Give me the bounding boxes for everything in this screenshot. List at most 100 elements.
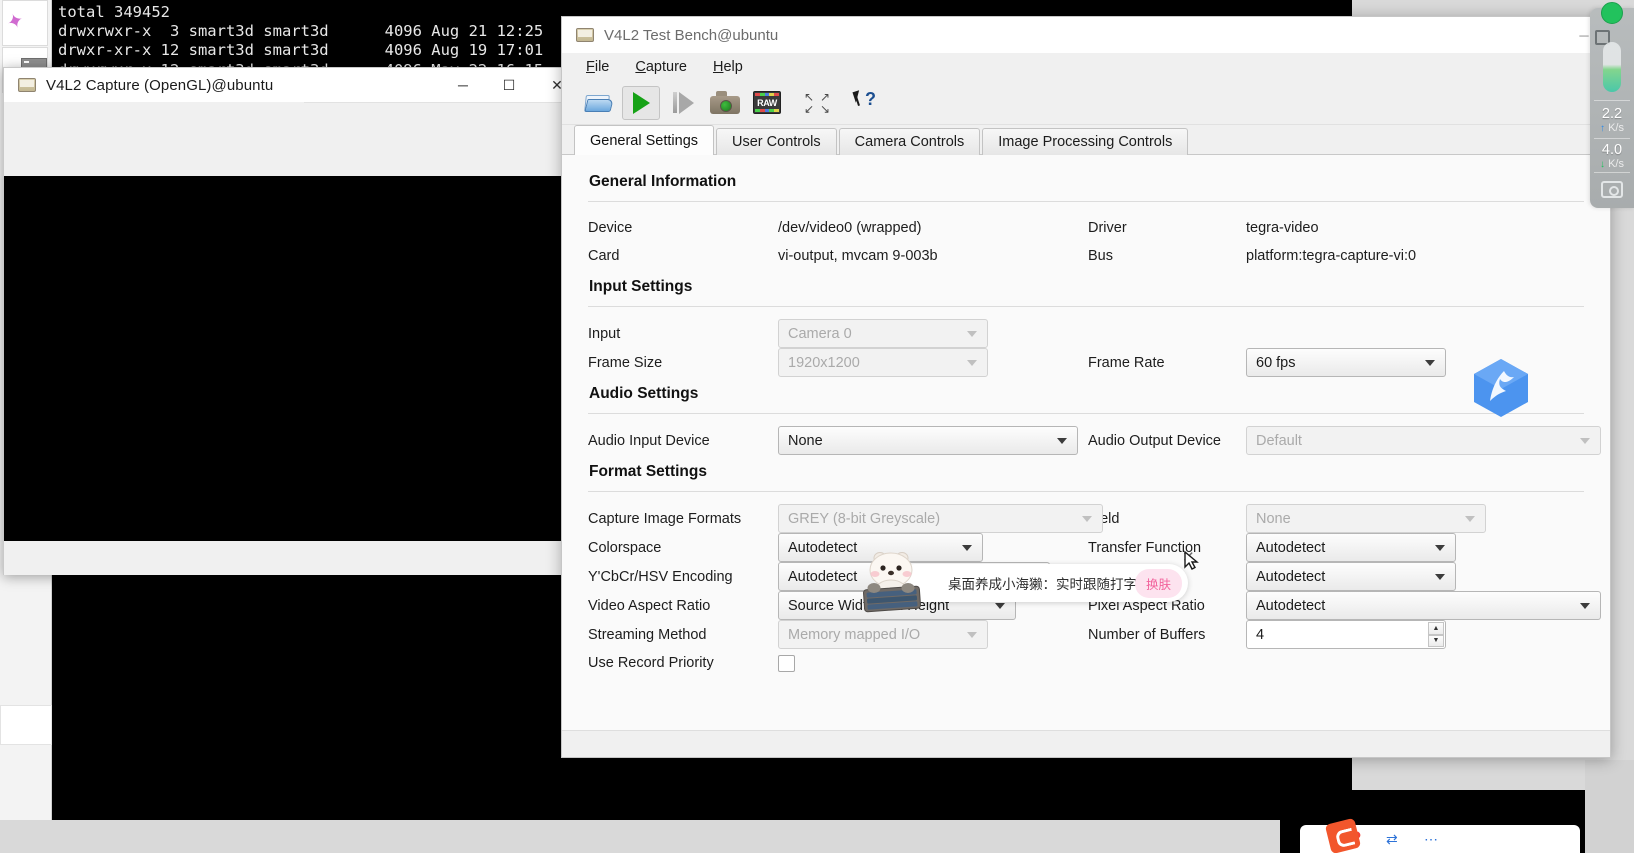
- start-capture-button[interactable]: [622, 86, 660, 120]
- capture-window-app-icon: [18, 78, 36, 92]
- capture-window-upper-pane: [4, 103, 582, 176]
- frame-rate-combo-cell: 60 fps: [1246, 348, 1584, 377]
- download-unit: K/s: [1608, 158, 1624, 170]
- pixel-aspect-combo-cell: Autodetect: [1246, 591, 1601, 620]
- frame-size-select[interactable]: 1920x1200: [778, 348, 988, 377]
- dots-icon[interactable]: ⋯: [1424, 831, 1440, 847]
- memory-gauge-capsule: [1603, 42, 1621, 92]
- audio-settings-heading: Audio Settings: [589, 385, 1584, 403]
- frame-size-select-value: 1920x1200: [788, 355, 860, 371]
- download-unit-row: ↓ K/s: [1590, 158, 1634, 171]
- tab-camera-controls[interactable]: Camera Controls: [839, 128, 981, 155]
- bench-tabbar[interactable]: General Settings User Controls Camera Co…: [562, 125, 1610, 155]
- audio-input-combo-cell: None: [778, 426, 1088, 455]
- terminal-text: drwxr-xr-x 12 smart3d smart3d 4096 Aug 1…: [58, 41, 543, 59]
- divider-format-settings: [588, 491, 1584, 492]
- download-value: 4.0: [1590, 142, 1634, 158]
- menu-file[interactable]: File: [576, 56, 619, 78]
- stepper-down-icon[interactable]: ▼: [1428, 635, 1444, 648]
- upload-stat: 2.2 ↑ K/s: [1590, 106, 1634, 135]
- capture-formats-combo-cell: GREY (8-bit Greyscale): [778, 504, 1088, 533]
- streaming-method-value: Memory mapped I/O: [788, 627, 920, 643]
- menu-help[interactable]: Help: [703, 56, 753, 78]
- input-select[interactable]: Camera 0: [778, 319, 988, 348]
- network-speed-widget[interactable]: 2.2 ↑ K/s 4.0 ↓ K/s: [1590, 8, 1634, 208]
- screenshot-camera-icon[interactable]: [1601, 181, 1623, 198]
- driver-label: Driver: [1088, 214, 1246, 242]
- chevron-down-icon: [967, 632, 977, 638]
- quantization-select[interactable]: Autodetect: [1246, 562, 1456, 591]
- desktop-blank-tile: [0, 705, 52, 745]
- desktop-tile-magic[interactable]: ✦: [2, 0, 48, 46]
- stepper-buttons[interactable]: ▲ ▼: [1428, 622, 1444, 647]
- raw-icon: RAW: [753, 91, 781, 114]
- transfer-function-value: Autodetect: [1256, 540, 1325, 556]
- use-record-priority-checkbox[interactable]: [778, 655, 795, 672]
- tab-image-processing-controls[interactable]: Image Processing Controls: [982, 128, 1188, 155]
- quantization-combo-cell: Autodetect: [1246, 562, 1601, 591]
- mascot-change-skin-button[interactable]: 换肤: [1135, 569, 1182, 598]
- transfer-function-combo-cell: Autodetect: [1246, 533, 1601, 562]
- v4l2-capture-window[interactable]: V4L2 Capture (OpenGL)@ubuntu ─ ☐ ✕: [3, 67, 583, 575]
- field-combo-cell: None: [1246, 504, 1601, 533]
- desktop-right-gray: [1585, 760, 1634, 853]
- capture-image-formats-value: GREY (8-bit Greyscale): [788, 511, 940, 527]
- step-frame-button[interactable]: [664, 86, 702, 120]
- raw-icon-label: RAW: [757, 98, 777, 108]
- snapshot-button[interactable]: [706, 86, 744, 120]
- menu-help-label: elp: [723, 59, 742, 75]
- frame-size-combo-cell: 1920x1200: [778, 348, 1088, 377]
- audio-output-device-label: Audio Output Device: [1088, 427, 1246, 455]
- bottom-launcher-bar[interactable]: 📍 ⇄ ⋯: [1300, 825, 1580, 853]
- field-select[interactable]: None: [1246, 504, 1486, 533]
- number-of-buffers-label: Number of Buffers: [1088, 621, 1246, 649]
- streaming-method-select[interactable]: Memory mapped I/O: [778, 620, 988, 649]
- whats-this-button[interactable]: ?: [848, 86, 886, 120]
- widget-divider-1: [1594, 100, 1630, 101]
- stepper-up-icon[interactable]: ▲: [1428, 622, 1444, 635]
- divider-general-information: [588, 201, 1584, 202]
- frame-rate-select[interactable]: 60 fps: [1246, 348, 1446, 377]
- mascot-message-bubble[interactable]: 桌面养成小海獭：实时跟随打字 换肤: [896, 564, 1188, 602]
- use-record-priority-cell: [778, 655, 1088, 672]
- open-file-button[interactable]: [580, 86, 618, 120]
- tab-user-controls-label: User Controls: [732, 134, 821, 150]
- capture-minimize-button[interactable]: ─: [440, 68, 486, 102]
- capture-maximize-button[interactable]: ☐: [486, 68, 532, 102]
- arrows-icon[interactable]: ⇄: [1386, 831, 1402, 847]
- v4l2-test-bench-window[interactable]: V4L2 Test Bench@ubuntu ─ File Capture He…: [561, 16, 1611, 758]
- video-aspect-ratio-label: Video Aspect Ratio: [588, 592, 778, 620]
- bench-window-title: V4L2 Test Bench@ubuntu: [604, 27, 778, 44]
- format-settings-heading: Format Settings: [589, 463, 1584, 481]
- upload-unit-row: ↑ K/s: [1590, 122, 1634, 135]
- tab-general-settings[interactable]: General Settings: [574, 125, 714, 155]
- pixel-aspect-ratio-select[interactable]: Autodetect: [1246, 591, 1601, 620]
- bench-menubar[interactable]: File Capture Help: [562, 53, 1610, 81]
- number-of-buffers-stepper[interactable]: 4 ▲ ▼: [1246, 620, 1446, 649]
- raw-button[interactable]: RAW: [748, 86, 786, 120]
- ycbcr-hsv-encoding-label: Y'CbCr/HSV Encoding: [588, 563, 778, 591]
- use-record-priority-label: Use Record Priority: [588, 649, 778, 677]
- frame-rate-select-value: 60 fps: [1256, 355, 1296, 371]
- blue-bird-logo-icon: [1470, 357, 1532, 419]
- fullscreen-button[interactable]: ↖ ↗ ↙ ↘: [798, 86, 836, 120]
- download-arrow-icon: ↓: [1600, 159, 1605, 170]
- bench-titlebar[interactable]: V4L2 Test Bench@ubuntu ─: [562, 17, 1610, 53]
- capture-video-surface[interactable]: [4, 176, 582, 541]
- input-combo-cell: Camera 0: [778, 319, 1088, 348]
- general-information-grid: Device /dev/video0 (wrapped) Driver tegr…: [588, 214, 1584, 270]
- frame-rate-label: Frame Rate: [1088, 349, 1246, 377]
- desktop-mascot-widget[interactable]: 桌面养成小海獭：实时跟随打字 换肤: [852, 552, 1192, 614]
- otter-mascot-icon[interactable]: [860, 552, 924, 614]
- capture-image-formats-select[interactable]: GREY (8-bit Greyscale): [778, 504, 1103, 533]
- menu-capture[interactable]: Capture: [625, 56, 697, 78]
- audio-input-device-select[interactable]: None: [778, 426, 1078, 455]
- transfer-function-select[interactable]: Autodetect: [1246, 533, 1456, 562]
- input-select-value: Camera 0: [788, 326, 852, 342]
- tab-user-controls[interactable]: User Controls: [716, 128, 837, 155]
- audio-output-device-select[interactable]: Default: [1246, 426, 1601, 455]
- bench-toolbar[interactable]: RAW ↖ ↗ ↙ ↘ ?: [562, 81, 1610, 125]
- capture-window-titlebar[interactable]: V4L2 Capture (OpenGL)@ubuntu ─ ☐ ✕: [4, 68, 582, 102]
- status-indicator-dot: [1601, 2, 1623, 24]
- chevron-down-icon: [1580, 603, 1590, 609]
